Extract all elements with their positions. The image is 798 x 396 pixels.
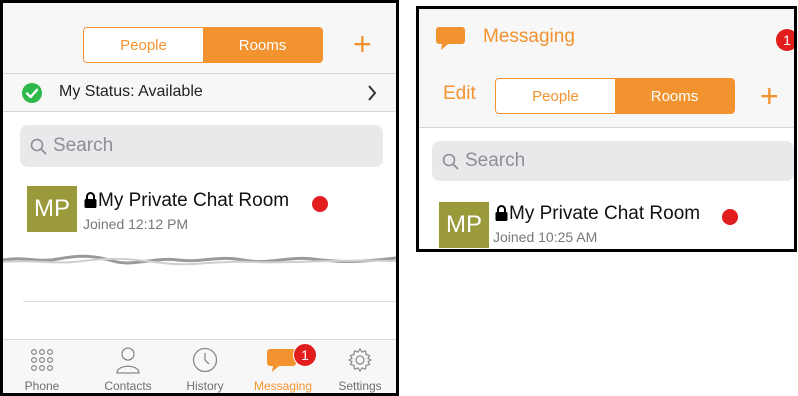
rooms-segment[interactable]: Rooms bbox=[615, 79, 734, 113]
joined-time: Joined 10:25 AM bbox=[493, 229, 598, 245]
search-placeholder: Search bbox=[53, 135, 114, 156]
lock-icon bbox=[84, 192, 97, 208]
list-divider bbox=[23, 301, 396, 302]
tab-bar: Phone Contacts History Messaging 1 Setti… bbox=[3, 339, 396, 393]
clock-icon bbox=[192, 347, 218, 373]
search-icon bbox=[30, 138, 47, 154]
tab-settings-label: Settings bbox=[338, 379, 382, 393]
search-input[interactable]: Search bbox=[20, 125, 383, 167]
unread-dot bbox=[312, 196, 328, 212]
unread-badge: 1 bbox=[776, 29, 794, 51]
lock-icon bbox=[495, 205, 508, 221]
chat-room-row[interactable]: MP My Private Chat Room Joined 10:25 AM bbox=[419, 192, 794, 249]
room-name: My Private Chat Room bbox=[98, 190, 290, 211]
messaging-badge: 1 bbox=[293, 343, 317, 367]
people-rooms-segmented-control: People Rooms bbox=[83, 27, 323, 63]
tab-phone[interactable]: Phone bbox=[3, 340, 81, 393]
left-screenshot-panel: People Rooms + My Status: Available Sear… bbox=[0, 0, 399, 396]
check-circle-icon bbox=[22, 83, 42, 103]
top-bar: People Rooms + bbox=[3, 3, 396, 74]
keypad-icon bbox=[30, 348, 54, 372]
chevron-right-icon bbox=[368, 85, 377, 101]
plus-icon[interactable]: + bbox=[760, 80, 779, 112]
people-segment[interactable]: People bbox=[496, 79, 615, 113]
tab-settings[interactable]: Settings bbox=[321, 340, 396, 393]
people-segment[interactable]: People bbox=[84, 28, 203, 62]
unread-dot bbox=[722, 209, 738, 225]
chat-bubble-icon bbox=[436, 27, 465, 50]
gear-icon bbox=[347, 347, 373, 373]
plus-icon[interactable]: + bbox=[353, 28, 372, 60]
search-placeholder: Search bbox=[465, 150, 526, 171]
page-title: Messaging bbox=[483, 26, 575, 47]
person-icon bbox=[116, 347, 140, 374]
torn-edge-divider bbox=[3, 254, 396, 266]
my-status-row[interactable]: My Status: Available bbox=[3, 74, 396, 112]
chat-room-row[interactable]: MP My Private Chat Room Joined 12:12 PM bbox=[3, 178, 396, 236]
tab-phone-label: Phone bbox=[24, 379, 60, 393]
rooms-segment[interactable]: Rooms bbox=[203, 28, 322, 62]
tab-history-label: History bbox=[186, 379, 224, 393]
edit-button[interactable]: Edit bbox=[443, 83, 476, 105]
people-rooms-segmented-control: People Rooms bbox=[495, 78, 735, 114]
avatar: MP bbox=[439, 202, 489, 248]
room-name: My Private Chat Room bbox=[509, 203, 701, 224]
tab-contacts[interactable]: Contacts bbox=[89, 340, 167, 393]
search-input[interactable]: Search bbox=[432, 141, 794, 181]
tab-messaging-label: Messaging bbox=[253, 379, 313, 393]
avatar: MP bbox=[27, 186, 77, 232]
joined-time: Joined 12:12 PM bbox=[83, 216, 189, 232]
tab-history[interactable]: History bbox=[166, 340, 244, 393]
top-bar: Messaging 1 Edit People Rooms + bbox=[419, 9, 794, 128]
tab-contacts-label: Contacts bbox=[104, 379, 152, 393]
status-label: My Status: Available bbox=[59, 83, 203, 100]
search-icon bbox=[442, 153, 459, 169]
right-screenshot-panel: Messaging 1 Edit People Rooms + Search M… bbox=[416, 6, 797, 252]
